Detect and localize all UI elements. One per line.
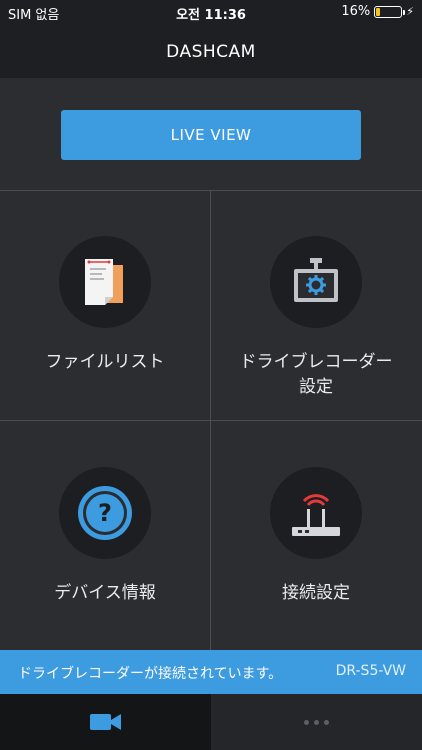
battery-percent: 16%: [341, 4, 371, 19]
tab-camera[interactable]: [0, 694, 211, 750]
menu-grid: ファイルリスト ドライブレコーダー 設定 ? デバイス情報 接続設定: [0, 190, 422, 650]
question-icon: ?: [59, 467, 151, 559]
router-wifi-icon: [270, 467, 362, 559]
title-bar: DASHCAM: [0, 26, 422, 78]
file-list-label: ファイルリスト: [45, 352, 165, 372]
status-bar: SIM 없음 오전 11:36 16% ⚡: [0, 0, 422, 26]
connection-status-message: ドライブレコーダーが接続されています。: [18, 666, 283, 682]
tab-more[interactable]: [211, 694, 422, 750]
recorder-settings-label: ドライブレコーダー 設定: [239, 352, 393, 397]
device-name: DR-S5-VW: [335, 663, 406, 679]
live-view-button[interactable]: LIVE VIEW: [61, 110, 361, 160]
page-title: DASHCAM: [166, 42, 256, 62]
connection-status-banner: ドライブレコーダーが接続されています。 DR-S5-VW: [0, 650, 422, 694]
connection-settings-label: 接続設定: [282, 583, 350, 603]
live-view-area: LIVE VIEW: [0, 78, 422, 190]
battery-icon: [374, 5, 406, 18]
battery-level: [376, 7, 381, 16]
tab-bar: [0, 694, 422, 750]
video-camera-icon: [89, 714, 121, 730]
more-dots-icon: [304, 719, 329, 725]
menu-item-device-info[interactable]: ? デバイス情報: [0, 421, 210, 651]
device-info-label: デバイス情報: [54, 583, 156, 603]
recorder-settings-icon: [270, 236, 362, 328]
svg-text:?: ?: [98, 499, 112, 527]
menu-item-recorder-settings[interactable]: ドライブレコーダー 設定: [211, 190, 421, 420]
menu-item-connection-settings[interactable]: 接続設定: [211, 421, 421, 651]
bolt-icon: ⚡: [406, 5, 414, 18]
menu-item-file-list[interactable]: ファイルリスト: [0, 190, 210, 420]
file-list-icon: [59, 236, 151, 328]
battery-status: 16% ⚡: [341, 4, 414, 19]
